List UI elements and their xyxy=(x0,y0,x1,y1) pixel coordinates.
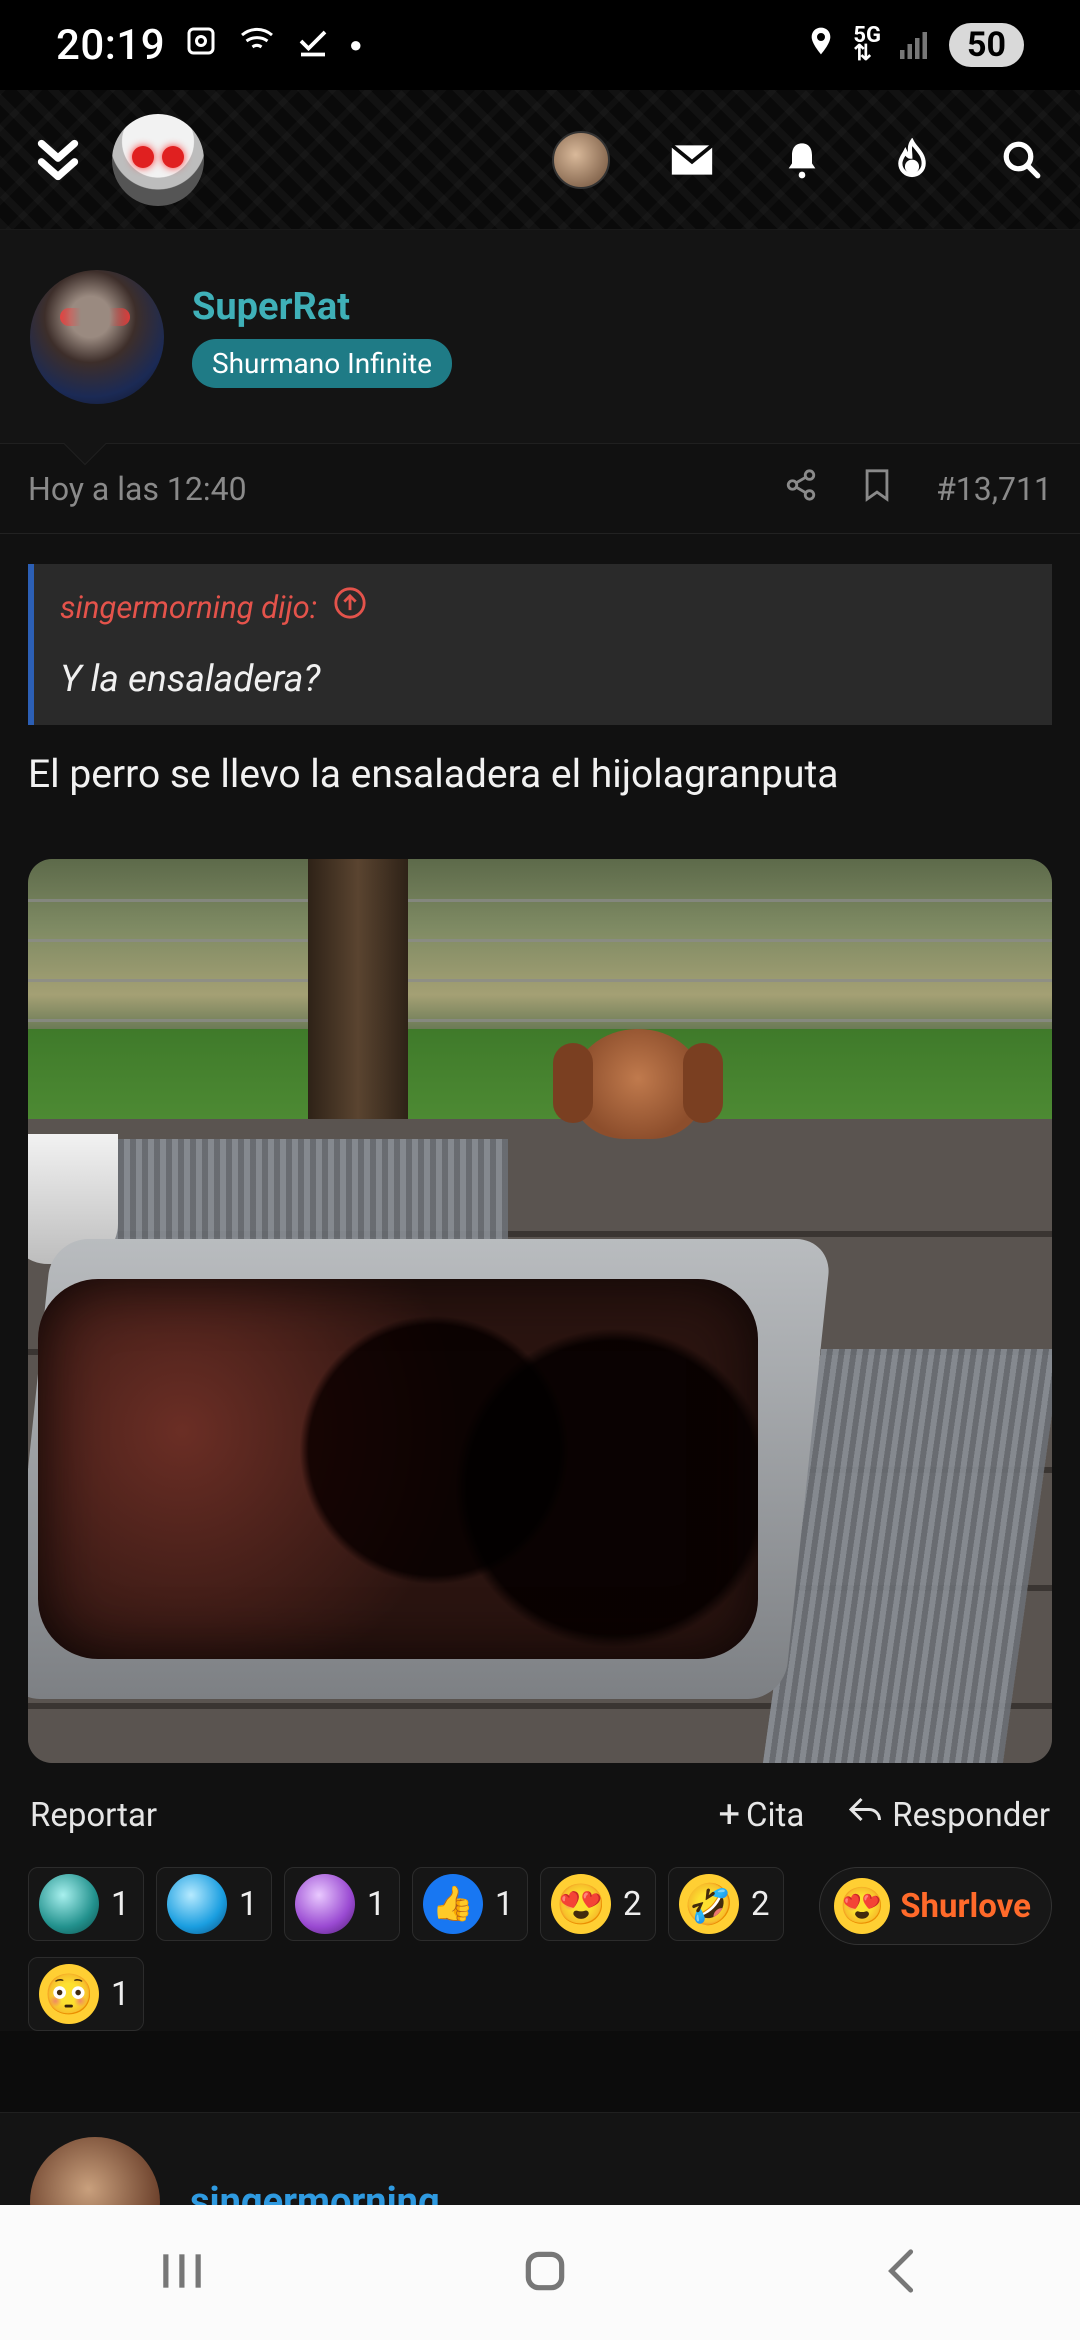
reply-icon xyxy=(848,1795,884,1836)
quote-button[interactable]: + Cita xyxy=(718,1793,804,1837)
status-right: 5G ⇅ 50 xyxy=(805,22,1024,69)
collapse-icon[interactable] xyxy=(30,132,86,188)
fire-icon[interactable] xyxy=(884,132,940,188)
laughing-icon: 🤣 xyxy=(679,1874,739,1934)
reaction-surprised[interactable]: 😳 1 xyxy=(28,1957,144,2031)
reaction-count: 1 xyxy=(367,1884,386,1924)
shurlove-label: Shurlove xyxy=(900,1886,1031,1926)
image-rail xyxy=(28,939,1052,942)
user-avatar[interactable] xyxy=(552,130,610,189)
mail-icon[interactable] xyxy=(664,132,720,188)
report-link[interactable]: Reportar xyxy=(30,1796,157,1835)
post-timestamp[interactable]: Hoy a las 12:40 xyxy=(28,470,247,508)
actions-right: + Cita Responder xyxy=(718,1793,1050,1837)
reaction-blue-gem[interactable]: 1 xyxy=(156,1867,272,1941)
quote-author-label: singermorning dijo: xyxy=(60,588,318,626)
quote-author[interactable]: singermorning dijo: xyxy=(60,586,1026,628)
post-image[interactable] xyxy=(28,859,1052,1763)
author-info: SuperRat Shurmano Infinite xyxy=(192,285,453,388)
teal-gem-icon xyxy=(39,1874,99,1934)
reaction-purple-gem[interactable]: 1 xyxy=(284,1867,400,1941)
top-nav xyxy=(0,90,1080,230)
battery-indicator: 50 xyxy=(948,23,1024,67)
post-meta: Hoy a las 12:40 #13,711 xyxy=(0,444,1080,534)
image-grass xyxy=(28,1029,1052,1119)
meta-actions: #13,711 xyxy=(784,468,1052,510)
post-number[interactable]: #13,711 xyxy=(936,470,1052,508)
quote-button-label: Cita xyxy=(746,1795,805,1835)
reactions-bar: 1 1 1 👍 1 😍 2 🤣 2 😍 Shurlove 😳 1 xyxy=(0,1867,1080,2031)
back-icon[interactable] xyxy=(883,2246,923,2300)
blue-gem-icon xyxy=(167,1874,227,1934)
reaction-laughing[interactable]: 🤣 2 xyxy=(668,1867,784,1941)
home-icon[interactable] xyxy=(520,2246,570,2300)
system-nav-bar xyxy=(0,2205,1080,2340)
mascot-logo[interactable] xyxy=(112,113,204,206)
quote-block: singermorning dijo: Y la ensaladera? xyxy=(28,564,1052,725)
purple-gem-icon xyxy=(295,1874,355,1934)
quote-text: Y la ensaladera? xyxy=(60,658,321,701)
image-rail xyxy=(28,1019,1052,1022)
image-rail xyxy=(28,899,1052,902)
reaction-count: 2 xyxy=(623,1884,642,1924)
search-icon[interactable] xyxy=(994,132,1050,188)
image-meat xyxy=(38,1279,758,1659)
post-author-header: SuperRat Shurmano Infinite xyxy=(0,230,1080,466)
recents-icon[interactable] xyxy=(157,2249,207,2297)
thumbs-up-icon: 👍 xyxy=(423,1874,483,1934)
reaction-heart-eyes[interactable]: 😍 2 xyxy=(540,1867,656,1941)
location-icon xyxy=(805,22,837,69)
reaction-count: 1 xyxy=(495,1884,514,1924)
reaction-teal-gem[interactable]: 1 xyxy=(28,1867,144,1941)
check-icon xyxy=(295,22,331,69)
image-trees xyxy=(28,859,1052,1029)
5g-icon: 5G ⇅ xyxy=(853,23,881,66)
status-bar: 20:19 ● 5G ⇅ 50 xyxy=(0,0,1080,90)
heart-eyes-icon: 😍 xyxy=(551,1874,611,1934)
image-wood-post xyxy=(308,859,408,1129)
jump-up-icon[interactable] xyxy=(333,586,367,628)
bookmark-icon[interactable] xyxy=(862,468,892,510)
reaction-thumbs-up[interactable]: 👍 1 xyxy=(412,1867,528,1941)
forum-post: SuperRat Shurmano Infinite Hoy a las 12:… xyxy=(0,230,1080,2031)
image-rail xyxy=(28,979,1052,982)
status-left: 20:19 ● xyxy=(56,21,362,70)
heart-eyes-icon: 😍 xyxy=(834,1878,891,1934)
status-time: 20:19 xyxy=(56,20,166,70)
surprised-icon: 😳 xyxy=(39,1964,99,2024)
share-icon[interactable] xyxy=(784,468,818,510)
reply-button[interactable]: Responder xyxy=(848,1795,1050,1836)
author-badge: Shurmano Infinite xyxy=(192,339,453,388)
reaction-count: 1 xyxy=(239,1884,258,1924)
reaction-count: 1 xyxy=(111,1974,130,2014)
post-actions: Reportar + Cita Responder xyxy=(0,1763,1080,1867)
reply-button-label: Responder xyxy=(892,1795,1050,1835)
bell-icon[interactable] xyxy=(774,132,830,188)
author-avatar[interactable] xyxy=(30,269,164,404)
image-placemat xyxy=(88,1139,508,1249)
nav-right xyxy=(552,130,1050,189)
signal-icon xyxy=(897,22,933,69)
reaction-count: 2 xyxy=(751,1884,770,1924)
shurlove-button[interactable]: 😍 Shurlove xyxy=(819,1867,1052,1945)
nav-left xyxy=(30,113,204,206)
image-dog xyxy=(553,1029,723,1139)
plus-icon: + xyxy=(718,1793,741,1837)
reaction-count: 1 xyxy=(111,1884,130,1924)
wifi-icon xyxy=(237,22,277,69)
screenshot-icon xyxy=(183,22,219,69)
author-name[interactable]: SuperRat xyxy=(192,285,452,329)
dot-icon: ● xyxy=(349,33,363,58)
post-body-text: El perro se llevo la ensaladera el hijol… xyxy=(28,751,839,797)
